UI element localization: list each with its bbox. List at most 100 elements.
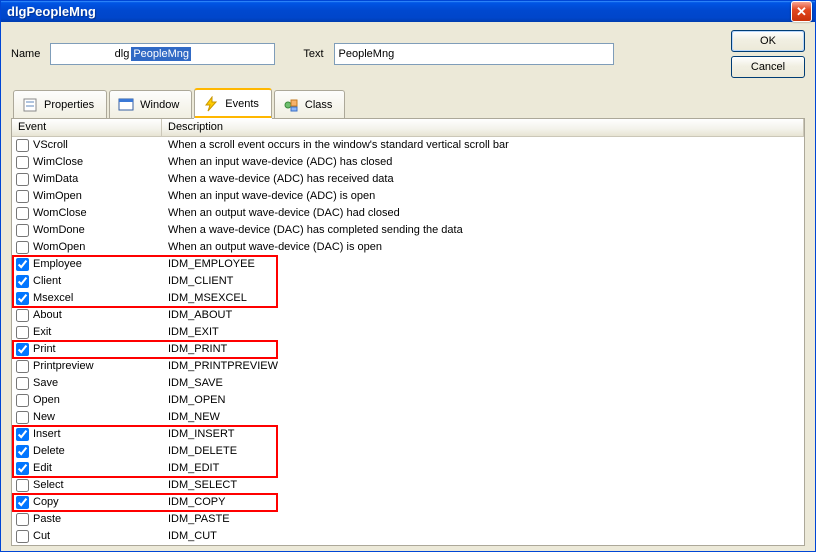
table-row[interactable]: WimOpen When an input wave-device (ADC) i… xyxy=(12,188,804,205)
event-checkbox[interactable] xyxy=(16,445,29,458)
cell-description: IDM_INSERT xyxy=(162,428,804,440)
event-checkbox[interactable] xyxy=(16,411,29,424)
table-row[interactable]: CutIDM_CUT xyxy=(12,528,804,545)
event-checkbox[interactable] xyxy=(16,207,29,220)
table-row[interactable]: EditIDM_EDIT xyxy=(12,460,804,477)
name-input[interactable]: dlg PeopleMng xyxy=(50,43,275,65)
close-button[interactable]: ✕ xyxy=(791,1,812,22)
cell-event: WimOpen xyxy=(12,190,162,203)
cell-description: IDM_SELECT xyxy=(162,479,804,491)
event-name: Copy xyxy=(33,496,59,508)
tab-events[interactable]: Events xyxy=(194,88,272,118)
cancel-button[interactable]: Cancel xyxy=(731,56,805,78)
text-label: Text xyxy=(303,48,325,60)
event-checkbox[interactable] xyxy=(16,326,29,339)
text-input[interactable]: PeopleMng xyxy=(334,43,614,65)
class-icon xyxy=(283,97,299,113)
name-prefix: dlg xyxy=(115,48,130,60)
event-name: Delete xyxy=(33,445,65,457)
cell-description: IDM_PASTE xyxy=(162,513,804,525)
event-checkbox[interactable] xyxy=(16,139,29,152)
event-checkbox[interactable] xyxy=(16,479,29,492)
tab-window[interactable]: Window xyxy=(109,90,192,118)
column-headers: Event Description xyxy=(12,119,804,137)
table-row[interactable]: ExitIDM_EXIT xyxy=(12,324,804,341)
event-name: Paste xyxy=(33,513,61,525)
event-checkbox[interactable] xyxy=(16,360,29,373)
event-checkbox[interactable] xyxy=(16,462,29,475)
table-row[interactable]: WimDataWhen a wave-device (ADC) has rece… xyxy=(12,171,804,188)
table-row[interactable]: OpenIDM_OPEN xyxy=(12,392,804,409)
table-row[interactable]: VScrollWhen a scroll event occurs in the… xyxy=(12,137,804,154)
table-row[interactable]: EmployeeIDM_EMPLOYEE xyxy=(12,256,804,273)
cell-description: IDM_PRINTPREVIEW xyxy=(162,360,804,372)
event-checkbox[interactable] xyxy=(16,173,29,186)
cell-event: WomDone xyxy=(12,224,162,237)
event-checkbox[interactable] xyxy=(16,224,29,237)
event-checkbox[interactable] xyxy=(16,275,29,288)
table-row[interactable]: WomDoneWhen a wave-device (DAC) has comp… xyxy=(12,222,804,239)
tab-properties[interactable]: Properties xyxy=(13,90,107,118)
event-name: WomOpen xyxy=(33,241,85,253)
cell-description: When an output wave-device (DAC) had clo… xyxy=(162,207,804,219)
event-checkbox[interactable] xyxy=(16,428,29,441)
event-checkbox[interactable] xyxy=(16,241,29,254)
table-row[interactable]: Paste IDM_PASTE xyxy=(12,511,804,528)
event-checkbox[interactable] xyxy=(16,496,29,509)
event-name: New xyxy=(33,411,55,423)
properties-icon xyxy=(22,97,38,113)
table-row[interactable]: AboutIDM_ABOUT xyxy=(12,307,804,324)
ok-button[interactable]: OK xyxy=(731,30,805,52)
titlebar[interactable]: dlgPeopleMng ✕ xyxy=(1,1,815,22)
table-row[interactable]: WomOpenWhen an output wave-device (DAC) … xyxy=(12,239,804,256)
table-row[interactable]: CopyIDM_COPY xyxy=(12,494,804,511)
cell-event: About xyxy=(12,309,162,322)
table-row[interactable]: WimCloseWhen an input wave-device (ADC) … xyxy=(12,154,804,171)
header-description[interactable]: Description xyxy=(162,119,804,136)
event-checkbox[interactable] xyxy=(16,513,29,526)
cell-event: VScroll xyxy=(12,139,162,152)
event-checkbox[interactable] xyxy=(16,190,29,203)
table-row[interactable]: PrintpreviewIDM_PRINTPREVIEW xyxy=(12,358,804,375)
cell-description: IDM_EDIT xyxy=(162,462,804,474)
event-name: WimData xyxy=(33,173,78,185)
events-icon xyxy=(203,96,219,112)
cell-event: New xyxy=(12,411,162,424)
event-checkbox[interactable] xyxy=(16,309,29,322)
tab-label: Class xyxy=(305,99,333,111)
table-row[interactable]: DeleteIDM_DELETE xyxy=(12,443,804,460)
cell-description: When an input wave-device (ADC) has clos… xyxy=(162,156,804,168)
window-title: dlgPeopleMng xyxy=(7,4,791,19)
event-checkbox[interactable] xyxy=(16,530,29,543)
text-value: PeopleMng xyxy=(339,48,395,60)
cell-event: WimData xyxy=(12,173,162,186)
table-row[interactable]: NewIDM_NEW xyxy=(12,409,804,426)
table-row[interactable]: WomCloseWhen an output wave-device (DAC)… xyxy=(12,205,804,222)
tab-class[interactable]: Class xyxy=(274,90,346,118)
event-checkbox[interactable] xyxy=(16,156,29,169)
events-table[interactable]: Event Description VScrollWhen a scroll e… xyxy=(12,119,804,545)
header-event[interactable]: Event xyxy=(12,119,162,136)
button-column: OK Cancel xyxy=(731,30,805,78)
event-checkbox[interactable] xyxy=(16,258,29,271)
event-name: Exit xyxy=(33,326,51,338)
cell-description: When a scroll event occurs in the window… xyxy=(162,139,804,151)
cell-event: Employee xyxy=(12,258,162,271)
table-row[interactable]: SaveIDM_SAVE xyxy=(12,375,804,392)
event-name: Employee xyxy=(33,258,82,270)
table-row[interactable]: PrintIDM_PRINT xyxy=(12,341,804,358)
cell-description: IDM_CLIENT xyxy=(162,275,804,287)
table-row[interactable]: InsertIDM_INSERT xyxy=(12,426,804,443)
cell-description: When an input wave-device (ADC) is open xyxy=(162,190,804,202)
event-name: WimOpen xyxy=(33,190,82,202)
event-checkbox[interactable] xyxy=(16,292,29,305)
event-checkbox[interactable] xyxy=(16,377,29,390)
table-row[interactable]: MsexcelIDM_MSEXCEL xyxy=(12,290,804,307)
table-row[interactable]: ClientIDM_CLIENT xyxy=(12,273,804,290)
cell-event: Copy xyxy=(12,496,162,509)
table-row[interactable]: SelectIDM_SELECT xyxy=(12,477,804,494)
event-checkbox[interactable] xyxy=(16,343,29,356)
event-name: Save xyxy=(33,377,58,389)
event-checkbox[interactable] xyxy=(16,394,29,407)
dialog-body: Name dlg PeopleMng Text PeopleMng OK Can… xyxy=(1,22,815,552)
